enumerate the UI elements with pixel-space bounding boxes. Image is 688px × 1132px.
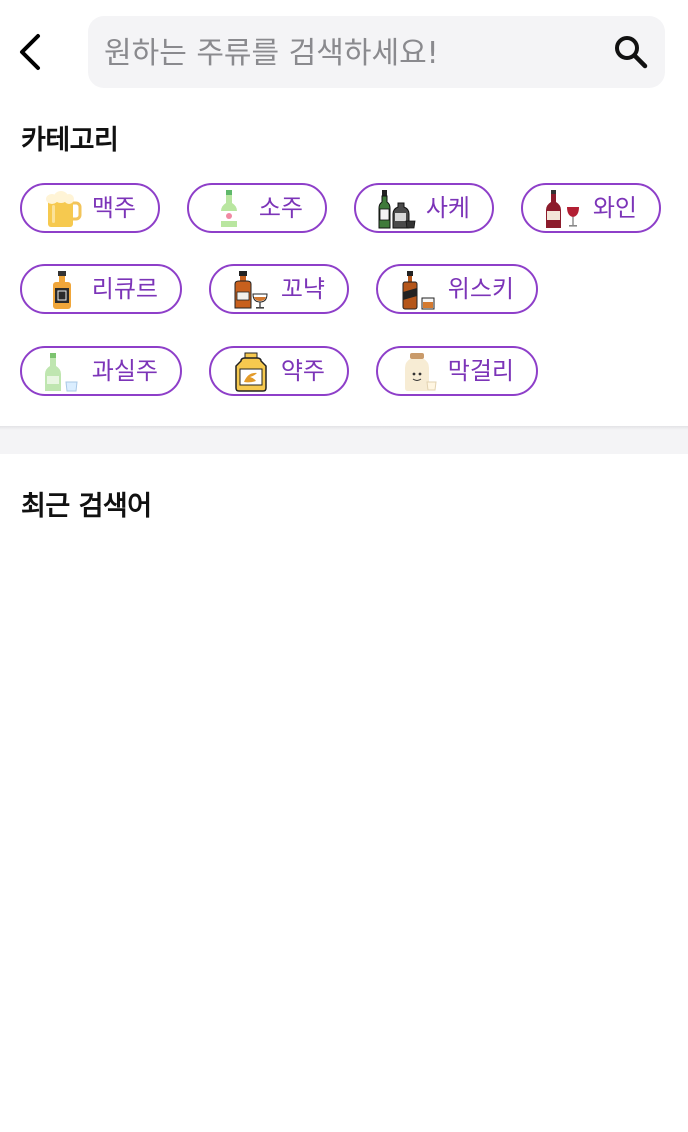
section-divider bbox=[0, 426, 688, 454]
back-button[interactable] bbox=[14, 30, 54, 74]
recent-searches-title: 최근 검색어 bbox=[21, 491, 152, 522]
chevron-left-icon bbox=[20, 34, 40, 70]
category-chip-label: 위스키 bbox=[447, 275, 514, 303]
category-chip-makgeolli[interactable]: 막걸리 bbox=[376, 346, 538, 396]
category-chip-beer[interactable]: 맥주 bbox=[20, 183, 160, 233]
category-chip-label: 리큐르 bbox=[91, 275, 158, 303]
category-chip-wine[interactable]: 와인 bbox=[521, 183, 661, 233]
search-input[interactable] bbox=[102, 16, 586, 90]
beer-mug-icon bbox=[46, 191, 82, 227]
category-chip-sake[interactable]: 사케 bbox=[354, 183, 494, 233]
yakju-jar-icon bbox=[235, 352, 267, 392]
makgeolli-bottle-icon bbox=[405, 353, 437, 391]
section-divider-shadow bbox=[0, 426, 688, 430]
liqueur-bottle-icon bbox=[53, 271, 71, 309]
category-section-title: 카테고리 bbox=[21, 125, 119, 156]
category-chip-label: 맥주 bbox=[91, 194, 136, 222]
category-chip-cognac[interactable]: 꼬냑 bbox=[209, 264, 349, 314]
soju-bottle-icon bbox=[221, 190, 237, 227]
search-button[interactable] bbox=[613, 34, 649, 70]
search-box bbox=[88, 16, 665, 90]
category-chip-yakju[interactable]: 약주 bbox=[209, 346, 349, 396]
category-chip-label: 꼬냑 bbox=[280, 275, 325, 303]
category-chip-liqueur[interactable]: 리큐르 bbox=[20, 264, 182, 314]
category-chip-whisky[interactable]: 위스키 bbox=[376, 264, 538, 314]
sake-bottle-icon bbox=[378, 190, 416, 229]
whisky-bottle-icon bbox=[402, 271, 435, 310]
category-chip-label: 막걸리 bbox=[447, 357, 514, 385]
category-chip-label: 사케 bbox=[425, 194, 470, 222]
search-header bbox=[0, 0, 688, 100]
search-icon bbox=[615, 36, 648, 69]
category-chip-label: 소주 bbox=[258, 194, 303, 222]
cognac-bottle-icon bbox=[234, 271, 268, 309]
category-chip-label: 와인 bbox=[592, 194, 637, 222]
category-chip-soju[interactable]: 소주 bbox=[187, 183, 327, 233]
category-chip-label: 과실주 bbox=[91, 357, 158, 385]
fruit-wine-bottle-icon bbox=[45, 353, 78, 392]
category-chip-label: 약주 bbox=[280, 357, 325, 385]
category-chip-fruit-wine[interactable]: 과실주 bbox=[20, 346, 182, 396]
wine-bottle-icon bbox=[546, 190, 579, 228]
